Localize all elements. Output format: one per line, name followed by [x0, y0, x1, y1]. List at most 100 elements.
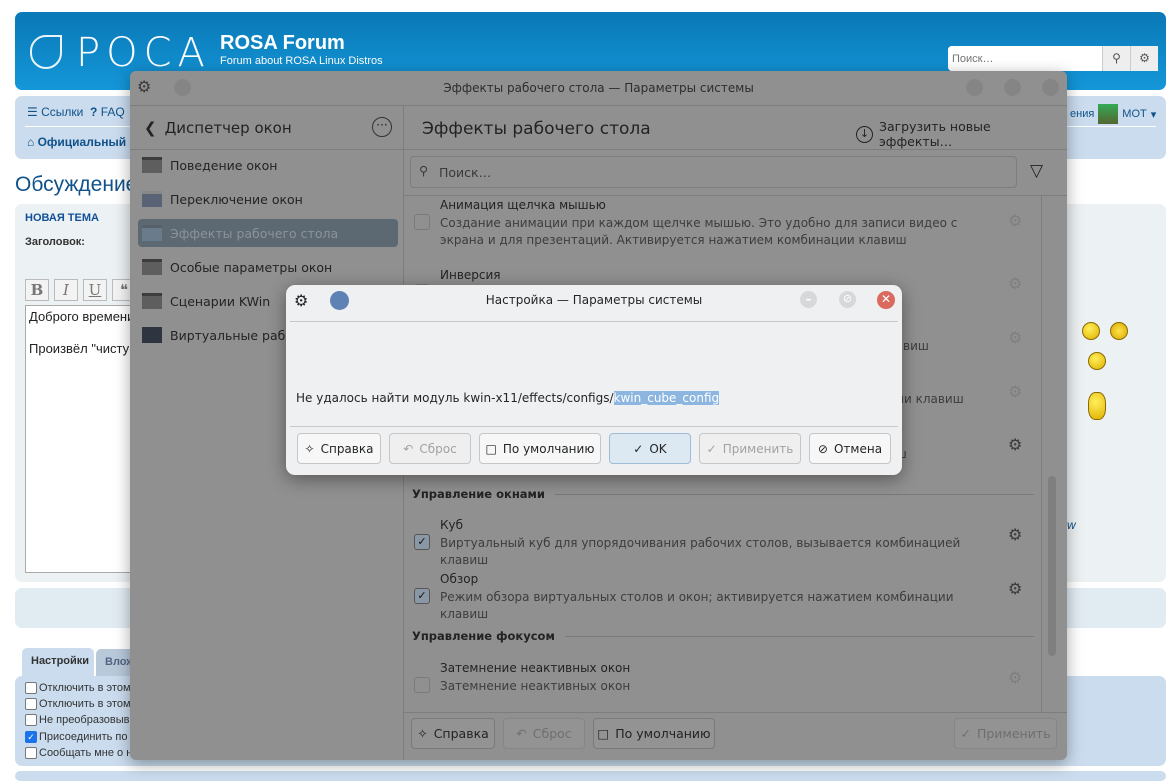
sidebar-header: ❮ Диспетчер окон [144, 119, 292, 137]
option-checkbox[interactable]: ✓ Присоединить по [25, 731, 127, 743]
option-checkbox[interactable]: Отключить в этом [25, 698, 131, 710]
check-icon: ✓ [706, 441, 717, 456]
help-button[interactable]: ✧ Справка [297, 433, 381, 464]
subject-label: Заголовок: [25, 236, 85, 248]
bold-button[interactable]: B [25, 279, 49, 301]
forum-search: ⚲⚙ [948, 46, 1158, 71]
section-header: Управление окнами [412, 487, 1034, 501]
configure-icon[interactable]: ⚙ [1008, 525, 1022, 544]
footer-bar [15, 771, 1166, 781]
nav-faq[interactable]: FAQ [101, 105, 125, 119]
effect-description: Затемнение неактивных окон [440, 679, 631, 693]
search-icon[interactable]: ⚲ [1102, 46, 1130, 71]
effect-checkbox[interactable] [414, 214, 430, 230]
divider [290, 426, 898, 427]
cancel-button[interactable]: ⊘ Отмена [809, 433, 891, 464]
option-checkbox[interactable]: Не преобразовыв [25, 714, 129, 726]
effect-name: Инверсия [440, 268, 501, 282]
close-button[interactable]: ✕ [877, 291, 895, 309]
help-icon: ✧ [417, 726, 428, 741]
sidebar-item-window-behavior[interactable]: Поведение окон [138, 151, 398, 179]
effect-checkbox[interactable]: ✓ [414, 588, 430, 604]
effect-description: Создание анимации при каждом щелчке мышь… [440, 216, 958, 247]
avatar [1098, 104, 1119, 124]
forum-title[interactable]: ROSA Forum [220, 32, 345, 55]
cool-smiley-icon[interactable] [1110, 322, 1128, 340]
apply-button[interactable]: ✓ Применить [954, 718, 1057, 749]
reset-button[interactable]: ↶ Сброс [389, 433, 471, 464]
apply-button[interactable]: ✓ Применить [699, 433, 801, 464]
settings-icon[interactable]: ⚙ [137, 77, 151, 96]
configure-dialog: ⚙ Настройка — Параметры системы – ⊘ ✕ Не… [286, 285, 902, 475]
defaults-button[interactable]: □ По умолчанию [593, 718, 715, 749]
username: MOT [1122, 108, 1147, 120]
defaults-button[interactable]: □ По умолчанию [479, 433, 601, 464]
configure-icon[interactable]: ⚙ [1008, 435, 1022, 454]
effect-name: Обзор [440, 572, 479, 586]
effect-checkbox[interactable] [414, 677, 430, 693]
divider [404, 712, 1067, 713]
option-checkbox[interactable]: Отключить в этом [25, 682, 131, 694]
configure-icon[interactable]: ⚙ [1008, 274, 1022, 293]
configure-icon[interactable]: ⚙ [1008, 382, 1022, 401]
defaults-icon: □ [597, 726, 610, 741]
more-icon[interactable]: ··· [372, 117, 392, 137]
sidebar-item-desktop-effects[interactable]: Эффекты рабочего стола [138, 219, 398, 247]
task-switcher-icon [142, 191, 162, 207]
scroll-track [1041, 195, 1042, 712]
new-topic-heading: НОВАЯ ТЕМА [25, 212, 99, 224]
message-textarea[interactable]: Доброго времени Произвёл "чисту [25, 305, 145, 573]
cancel-icon: ⊘ [817, 441, 828, 456]
forum-search-input[interactable] [948, 46, 1102, 71]
defaults-icon: □ [485, 441, 497, 456]
window-rules-icon [142, 259, 162, 275]
italic-button[interactable]: I [54, 279, 78, 301]
configure-icon[interactable]: ⚙ [1008, 579, 1022, 598]
maximize-button[interactable] [1004, 79, 1021, 96]
underline-button[interactable]: U [83, 279, 107, 301]
help-button[interactable]: ✧ Справка [411, 718, 495, 749]
user-menu[interactable]: ения MOT ▾ [1070, 104, 1156, 124]
smiley-icon[interactable] [1082, 322, 1100, 340]
breadcrumb[interactable]: ⌂ Официальный ф [27, 135, 140, 149]
undo-icon: ↶ [516, 726, 527, 741]
link-fragment[interactable]: w [1067, 518, 1076, 532]
effect-name: Затемнение неактивных окон [440, 661, 631, 675]
download-icon: ↓ [856, 125, 873, 143]
page-heading: Эффекты рабочего стола [422, 119, 651, 139]
effect-name: Анимация щелчка мышью [440, 198, 606, 212]
sidebar-item-task-switcher[interactable]: Переключение окон [138, 185, 398, 213]
help-icon: ✧ [304, 441, 315, 456]
virtual-desktops-icon [142, 327, 162, 343]
configure-icon[interactable]: ⚙ [1008, 211, 1022, 230]
option-checkbox[interactable]: Сообщать мне о н [25, 747, 132, 759]
animated-smiley-icon[interactable] [1088, 392, 1106, 420]
divider [130, 149, 404, 150]
scrollbar-thumb[interactable] [1048, 476, 1056, 656]
reset-button[interactable]: ↶ Сброс [503, 718, 585, 749]
maximize-button[interactable]: ⊘ [839, 291, 856, 308]
sidebar-item-window-rules[interactable]: Особые параметры окон [138, 253, 398, 281]
back-icon[interactable]: ❮ [144, 119, 157, 137]
gear-icon[interactable]: ⚙ [1130, 46, 1158, 71]
configure-icon[interactable]: ⚙ [1008, 328, 1022, 347]
desktop-effects-icon [142, 225, 162, 241]
filter-icon[interactable]: ▽ [1030, 161, 1043, 181]
yawn-smiley-icon[interactable] [1088, 352, 1106, 370]
divider [404, 195, 1067, 196]
minimize-button[interactable] [966, 79, 983, 96]
tab-settings[interactable]: Настройки [22, 648, 94, 677]
minimize-button[interactable]: – [800, 291, 817, 308]
download-effects-button[interactable]: ↓ Загрузить новые эффекты… [856, 119, 1067, 149]
effects-search-input[interactable]: ⚲ Поиск… [410, 156, 1017, 188]
nav-links[interactable]: ☰ Ссылки ? FAQ [27, 105, 125, 119]
pin-button[interactable] [174, 79, 191, 96]
undo-icon: ↶ [403, 441, 414, 456]
effect-checkbox[interactable]: ✓ [414, 534, 430, 550]
ok-button[interactable]: ✓ OK [609, 433, 691, 464]
close-button[interactable] [1042, 79, 1059, 96]
caret-down-icon: ▾ [1150, 108, 1157, 121]
error-message[interactable]: Не удалось найти модуль kwin-x11/effects… [296, 391, 720, 405]
rosa-logo[interactable]: РОСА [30, 30, 211, 76]
configure-icon[interactable]: ⚙ [1008, 668, 1022, 687]
